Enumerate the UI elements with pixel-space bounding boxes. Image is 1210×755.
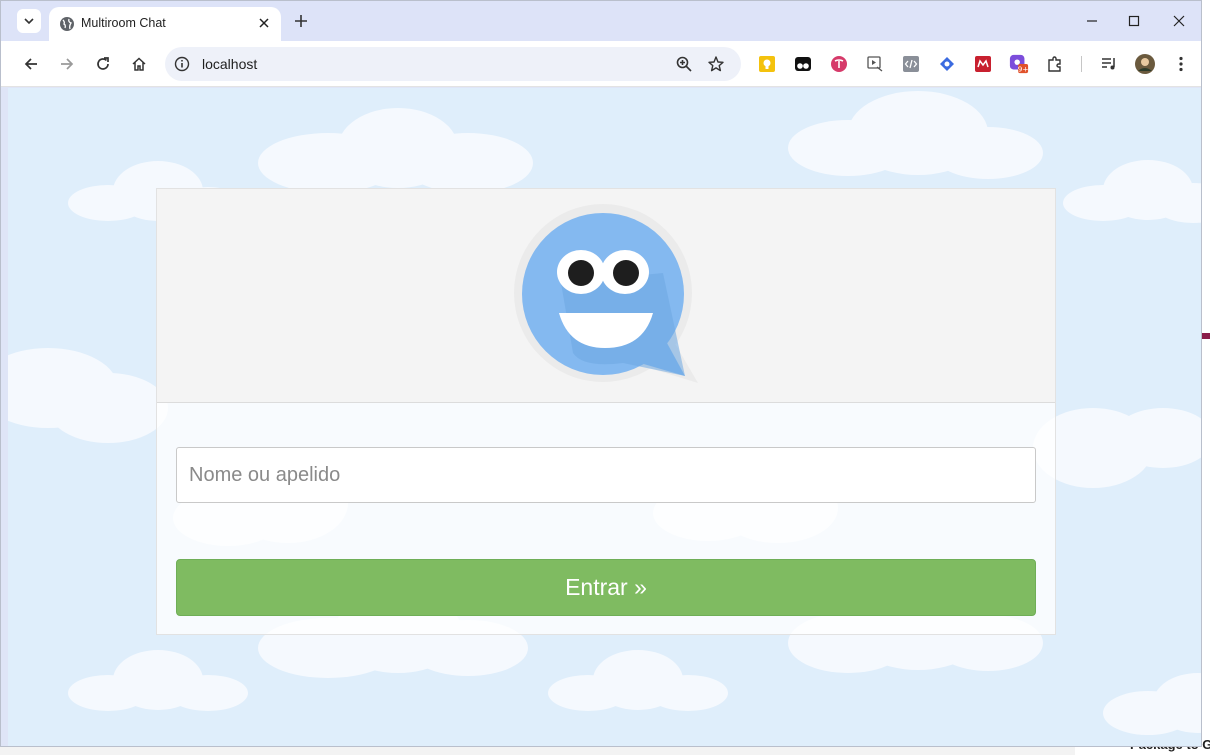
reload-icon [97, 57, 109, 70]
media-controls-button[interactable] [1099, 54, 1119, 74]
home-icon [132, 57, 146, 71]
maximize-button[interactable] [1111, 7, 1157, 35]
extension-tampermonkey-icon[interactable] [793, 54, 813, 74]
kebab-menu-icon [1179, 56, 1183, 72]
mendeley-icon [975, 56, 991, 72]
tab-strip: Multiroom Chat [1, 1, 1201, 41]
address-url: localhost [202, 56, 258, 72]
home-button[interactable] [127, 52, 151, 76]
card-header [157, 189, 1055, 403]
login-card: Entrar » [156, 188, 1056, 635]
tab-close-button[interactable] [255, 14, 273, 32]
info-icon [174, 56, 190, 72]
enter-button[interactable]: Entrar » [176, 559, 1036, 616]
browser-toolbar: localhost 9+ [1, 41, 1201, 87]
extensions-menu-button[interactable] [1045, 54, 1065, 74]
extension-pink-icon[interactable] [829, 54, 849, 74]
page-viewport: Entrar » [8, 88, 1201, 746]
arrow-left-icon [24, 58, 37, 70]
tampermonkey-icon [795, 57, 811, 71]
background-accent-bar [1202, 333, 1210, 339]
extension-mendeley-icon[interactable] [973, 54, 993, 74]
badge-icon: 9+ [1009, 54, 1029, 73]
extension-notifier-icon[interactable]: 9+ [1009, 54, 1029, 74]
tab-active[interactable]: Multiroom Chat [49, 7, 281, 41]
extension-keep-icon[interactable] [757, 54, 777, 74]
nickname-input[interactable] [176, 447, 1036, 503]
plus-icon [295, 15, 307, 27]
new-tab-button[interactable] [290, 10, 312, 32]
puzzle-icon [1048, 56, 1061, 72]
pink-circle-icon [831, 56, 847, 72]
site-info-button[interactable] [173, 55, 191, 73]
chevron-down-icon [24, 18, 34, 25]
extension-blue-icon[interactable] [937, 54, 957, 74]
avatar-icon [1135, 54, 1155, 74]
keep-icon [759, 56, 775, 72]
close-icon [1173, 15, 1185, 27]
forward-button[interactable] [55, 52, 79, 76]
tab-search-button[interactable] [17, 9, 41, 33]
tab-title: Multiroom Chat [81, 16, 166, 30]
profile-avatar[interactable] [1135, 54, 1155, 74]
back-button[interactable] [19, 52, 43, 76]
background-app [1202, 0, 1210, 755]
minimize-icon [1087, 20, 1097, 22]
maximize-icon [1128, 15, 1140, 27]
playlist-icon [1102, 58, 1115, 70]
arrow-right-icon [61, 58, 74, 70]
tag-icon [940, 57, 954, 71]
screen-play-icon [867, 56, 883, 72]
zoom-icon[interactable] [675, 55, 693, 73]
bookmark-star-icon[interactable] [707, 55, 725, 73]
close-window-button[interactable] [1156, 7, 1201, 35]
browser-menu-button[interactable] [1171, 54, 1191, 74]
svg-text:9+: 9+ [1018, 64, 1029, 73]
extension-code-icon[interactable] [901, 54, 921, 74]
reload-button[interactable] [91, 52, 115, 76]
minimize-button[interactable] [1069, 7, 1115, 35]
chat-smiley-logo-icon [514, 204, 698, 383]
code-icon [903, 56, 919, 72]
address-bar[interactable]: localhost [165, 47, 741, 81]
extension-screen-reader-icon[interactable] [865, 54, 885, 74]
globe-icon [60, 17, 74, 31]
close-icon [259, 18, 269, 28]
toolbar-separator [1081, 56, 1082, 72]
browser-window: Multiroom Chat localhost 9+ Nome ou apel… [0, 0, 1202, 747]
